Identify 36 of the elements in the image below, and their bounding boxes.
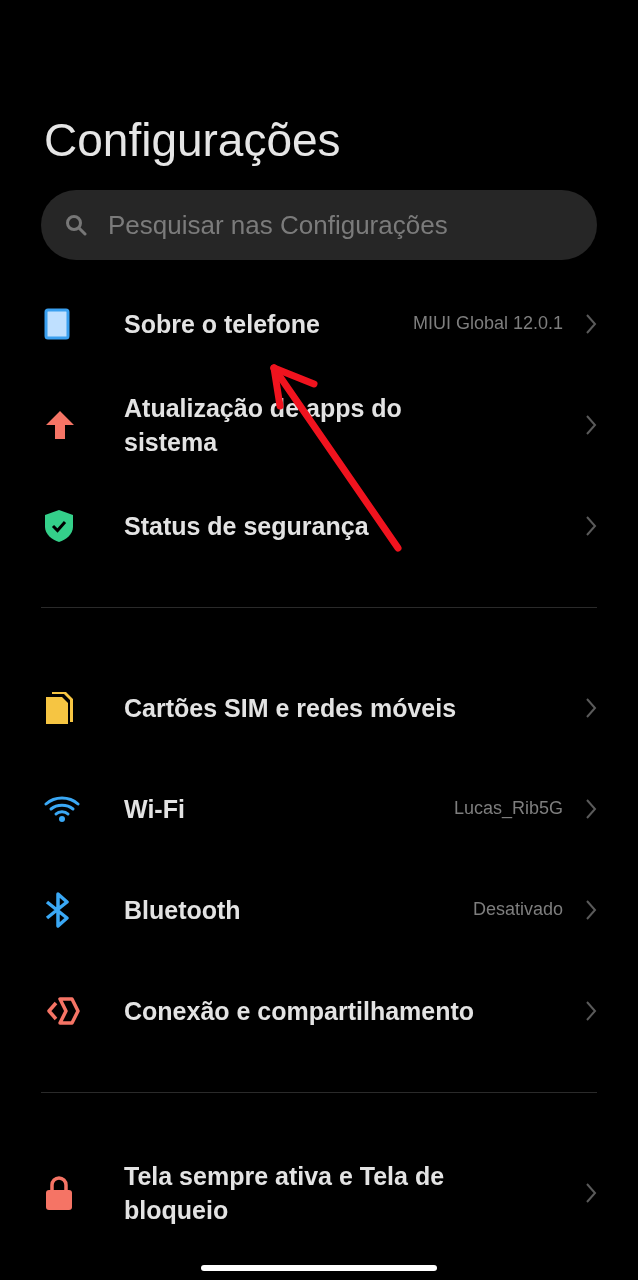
settings-item[interactable]: Tela sempre ativa e Tela de bloqueio [0,1145,638,1240]
item-value: MIUI Global 12.0.1 [412,313,563,334]
search-field[interactable]: Pesquisar nas Configurações [41,190,597,260]
wifi-icon [44,794,80,823]
item-label: Wi-Fi [124,793,186,825]
item-label: Sobre o telefone [124,308,321,340]
sim-card-icon [44,690,74,725]
chevron-icon [585,797,597,820]
item-label: Bluetooth [124,894,242,926]
item-label: Status de segurança [124,510,370,542]
settings-item[interactable]: Status de segurança [0,478,638,573]
item-label: Cartões SIM e redes móveis [124,692,458,724]
chevron-icon [585,413,597,436]
settings-item[interactable]: Cartões SIM e redes móveis [0,660,638,755]
lock-icon [44,1174,74,1211]
page-title: Configurações [43,113,342,168]
item-value: Desativado [472,899,563,920]
item-label: Conexão e compartilhamento [124,995,476,1027]
chevron-icon [585,514,597,537]
settings-item[interactable]: Conexão e compartilhamento [0,963,638,1058]
search-icon [65,214,87,236]
item-value: Lucas_Rib5G [453,798,563,819]
settings-item[interactable]: Wi-Fi Lucas_Rib5G [0,761,638,856]
chevron-icon [585,1181,597,1204]
chevron-icon [585,898,597,921]
connection-icon [44,995,80,1026]
shield-icon [44,508,74,543]
bluetooth-icon [44,891,72,928]
settings-item[interactable]: Sobre o telefone MIUI Global 12.0.1 [0,276,638,371]
settings-item[interactable]: Bluetooth Desativado [0,862,638,957]
item-label: Tela sempre ativa e Tela de bloqueio [124,1160,446,1226]
up-arrow-icon [44,408,76,441]
chevron-icon [585,312,597,335]
chevron-icon [585,696,597,719]
chevron-icon [585,999,597,1022]
phone-icon [44,307,70,340]
